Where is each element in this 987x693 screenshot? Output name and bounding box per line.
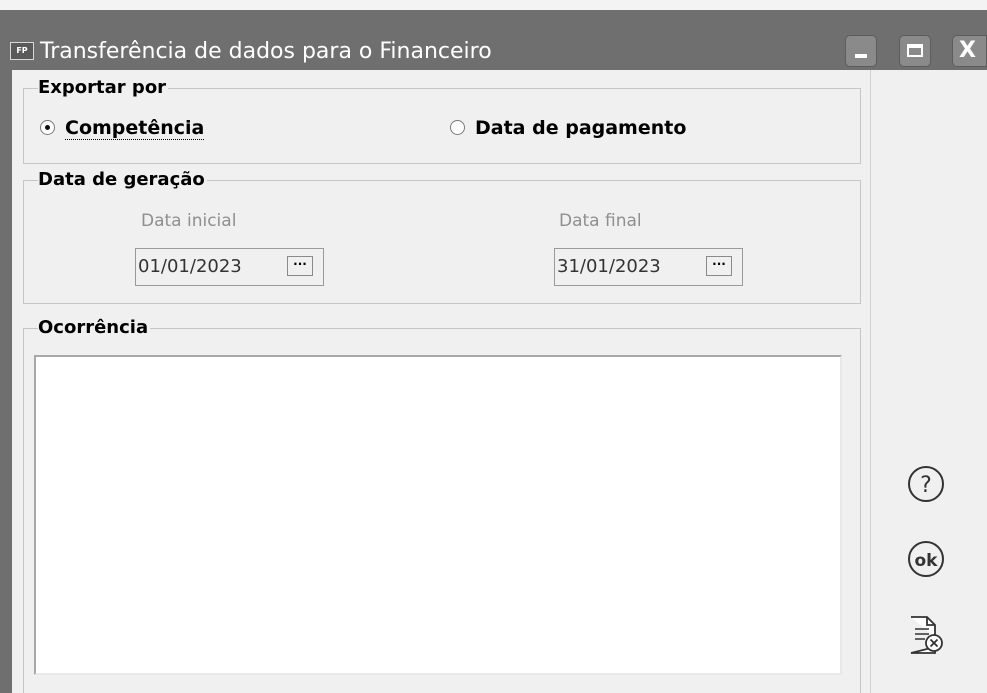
export-by-group: Exportar por Competência Data de pagamen… — [23, 77, 861, 164]
start-date-value: 01/01/2023 — [138, 256, 242, 277]
generation-date-legend: Data de geração — [38, 169, 207, 191]
ok-button[interactable]: ok — [907, 540, 945, 578]
maximize-button[interactable] — [899, 35, 931, 67]
end-date-label: Data final — [559, 211, 642, 231]
start-date-label: Data inicial — [141, 211, 237, 231]
ok-glyph: ok — [915, 551, 939, 571]
window-title: Transferência de dados para o Financeiro — [40, 39, 492, 64]
close-button[interactable]: X — [952, 35, 987, 67]
cancel-document-icon — [910, 616, 943, 654]
cancel-button[interactable] — [908, 615, 944, 655]
close-icon: X — [959, 38, 976, 63]
maximize-icon — [907, 44, 923, 57]
radio-competencia-label: Competência — [65, 117, 205, 140]
generation-date-group: Data de geração Data inicial Data final … — [23, 169, 861, 304]
occurrence-group: Ocorrência — [23, 317, 861, 693]
window-frame-left — [0, 70, 12, 693]
top-strip — [0, 0, 987, 10]
radio-unchecked-icon — [450, 120, 465, 135]
occurrence-textarea[interactable] — [34, 355, 842, 675]
radio-data-pagamento-label: Data de pagamento — [475, 117, 687, 139]
action-panel: ? ok — [870, 70, 987, 693]
start-date-picker-button[interactable]: ··· — [287, 256, 313, 276]
app-icon: FP — [10, 42, 34, 60]
title-bar[interactable]: FP Transferência de dados para o Finance… — [0, 10, 987, 70]
transfer-dialog: FP Transferência de dados para o Finance… — [0, 0, 987, 693]
help-button[interactable]: ? — [907, 465, 945, 503]
start-date-field[interactable]: 01/01/2023 ··· — [135, 248, 324, 286]
end-date-value: 31/01/2023 — [557, 256, 661, 277]
ok-icon: ok — [908, 541, 944, 577]
help-glyph: ? — [920, 473, 932, 498]
help-icon: ? — [908, 466, 944, 502]
dialog-content: Exportar por Competência Data de pagamen… — [12, 70, 870, 693]
end-date-picker-button[interactable]: ··· — [706, 256, 732, 276]
end-date-field[interactable]: 31/01/2023 ··· — [554, 248, 743, 286]
occurrence-legend: Ocorrência — [38, 317, 151, 339]
minimize-icon — [855, 54, 867, 58]
minimize-button[interactable] — [845, 35, 877, 67]
radio-checked-icon — [40, 120, 55, 135]
export-by-legend: Exportar por — [38, 77, 169, 99]
